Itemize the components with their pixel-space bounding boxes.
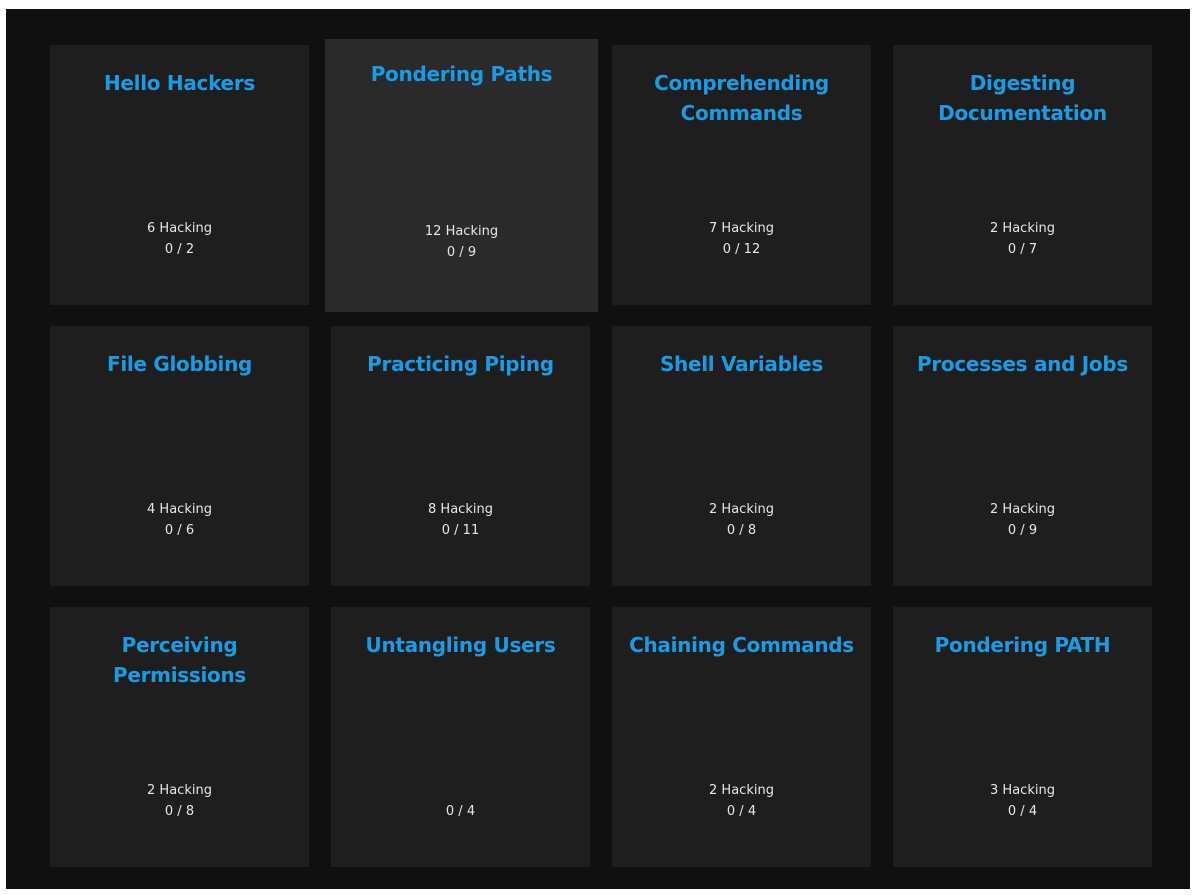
module-card-hello-hackers[interactable]: Hello Hackers 6 Hacking 0 / 2 — [50, 45, 309, 305]
module-title: Hello Hackers — [103, 71, 255, 95]
module-card-untangling-users[interactable]: Untangling Users 0 / 4 — [331, 607, 590, 867]
module-stats: 12 Hacking 0 / 9 — [325, 221, 598, 263]
module-title: Shell Variables — [659, 352, 824, 376]
module-card-chaining-commands[interactable]: Chaining Commands 2 Hacking 0 / 4 — [612, 607, 871, 867]
module-card-processes-and-jobs[interactable]: Processes and Jobs 2 Hacking 0 / 9 — [893, 326, 1152, 586]
module-card-pondering-paths[interactable]: Pondering Paths 12 Hacking 0 / 9 — [325, 39, 598, 312]
module-card-digesting-documentation[interactable]: Digesting Documentation 2 Hacking 0 / 7 — [893, 45, 1152, 305]
progress-count: 0 / 11 — [441, 523, 480, 538]
module-stats: 8 Hacking 0 / 11 — [331, 499, 590, 541]
progress-count: 0 / 2 — [164, 242, 195, 257]
hacking-count — [331, 780, 590, 801]
module-title: File Globbing — [106, 352, 253, 376]
module-stats: 4 Hacking 0 / 6 — [50, 499, 309, 541]
module-stats: 2 Hacking 0 / 8 — [50, 780, 309, 822]
progress-count: 0 / 6 — [164, 523, 195, 538]
module-stats: 2 Hacking 0 / 8 — [612, 499, 871, 541]
hacking-count: 2 Hacking — [709, 783, 774, 798]
progress-count: 0 / 4 — [445, 804, 476, 819]
progress-count: 0 / 4 — [1007, 804, 1038, 819]
module-card-shell-variables[interactable]: Shell Variables 2 Hacking 0 / 8 — [612, 326, 871, 586]
module-card-pondering-path[interactable]: Pondering PATH 3 Hacking 0 / 4 — [893, 607, 1152, 867]
module-card-practicing-piping[interactable]: Practicing Piping 8 Hacking 0 / 11 — [331, 326, 590, 586]
module-title: Digesting Documentation — [938, 71, 1107, 125]
hacking-count: 2 Hacking — [990, 221, 1055, 236]
hacking-count: 12 Hacking — [424, 224, 499, 239]
progress-count: 0 / 9 — [1007, 523, 1038, 538]
module-title: Untangling Users — [365, 633, 556, 657]
hacking-count: 3 Hacking — [990, 783, 1055, 798]
progress-count: 0 / 4 — [726, 804, 757, 819]
module-grid-panel: Hello Hackers 6 Hacking 0 / 2 Pondering … — [6, 9, 1190, 889]
hacking-count: 7 Hacking — [709, 221, 774, 236]
module-title: Perceiving Permissions — [112, 633, 247, 687]
module-title: Comprehending Commands — [654, 71, 829, 125]
progress-count: 0 / 8 — [164, 804, 195, 819]
hacking-count: 2 Hacking — [709, 502, 774, 517]
hacking-count: 8 Hacking — [428, 502, 493, 517]
module-stats: 3 Hacking 0 / 4 — [893, 780, 1152, 822]
module-card-perceiving-permissions[interactable]: Perceiving Permissions 2 Hacking 0 / 8 — [50, 607, 309, 867]
module-card-file-globbing[interactable]: File Globbing 4 Hacking 0 / 6 — [50, 326, 309, 586]
hacking-count: 2 Hacking — [990, 502, 1055, 517]
module-title: Practicing Piping — [367, 352, 554, 376]
module-title: Pondering PATH — [934, 633, 1111, 657]
progress-count: 0 / 8 — [726, 523, 757, 538]
module-title: Pondering Paths — [370, 62, 553, 86]
module-card-comprehending-commands[interactable]: Comprehending Commands 7 Hacking 0 / 12 — [612, 45, 871, 305]
module-stats: 7 Hacking 0 / 12 — [612, 218, 871, 260]
module-title: Processes and Jobs — [917, 352, 1128, 376]
hacking-count: 2 Hacking — [147, 783, 212, 798]
module-stats: 2 Hacking 0 / 4 — [612, 780, 871, 822]
module-stats: 0 / 4 — [331, 780, 590, 822]
progress-count: 0 / 12 — [722, 242, 761, 257]
hacking-count: 4 Hacking — [147, 502, 212, 517]
module-stats: 2 Hacking 0 / 7 — [893, 218, 1152, 260]
progress-count: 0 / 7 — [1007, 242, 1038, 257]
hacking-count: 6 Hacking — [147, 221, 212, 236]
module-title: Chaining Commands — [629, 633, 854, 657]
progress-count: 0 / 9 — [446, 245, 477, 260]
module-stats: 2 Hacking 0 / 9 — [893, 499, 1152, 541]
module-stats: 6 Hacking 0 / 2 — [50, 218, 309, 260]
